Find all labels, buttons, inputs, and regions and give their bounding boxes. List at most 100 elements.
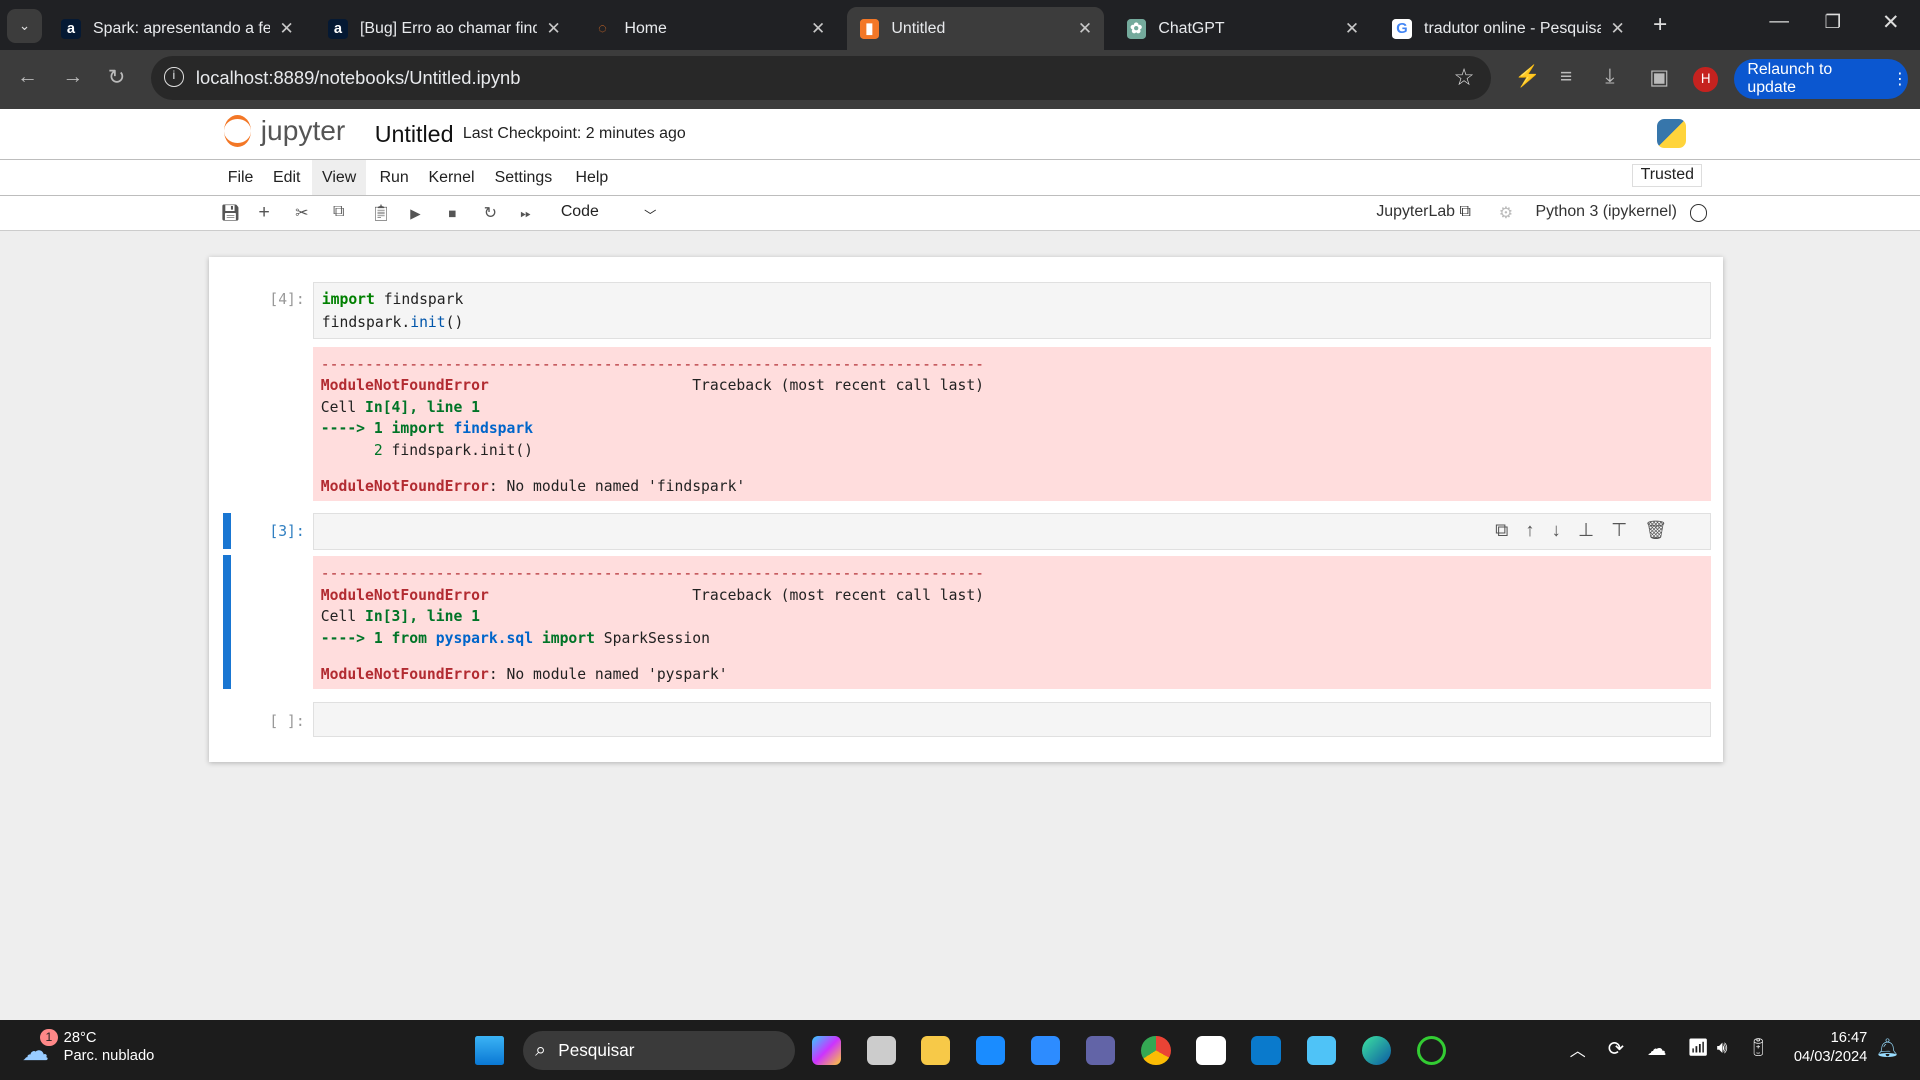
browser-tab[interactable]: ✿ ChatGPT ✕ [1114,7,1371,50]
jupyterlab-link[interactable]: JupyterLab ⧉ [1376,203,1470,221]
profile-avatar[interactable]: H [1693,67,1718,92]
browser-tab[interactable]: ▮ Untitled ✕ [847,7,1105,51]
menu-edit[interactable]: Edit [263,160,310,194]
notifications-bell-icon[interactable]: 🔔︎ [1876,1037,1899,1059]
restore-button[interactable]: ❐ [1824,11,1840,33]
browser-tab[interactable]: a Spark: apresentando a ferra ✕ [49,7,306,50]
insert-cell-icon[interactable]: + [258,201,269,224]
reload-icon[interactable]: ↻ [108,65,125,90]
download-icon[interactable]: ⤓ [1605,65,1614,89]
settings-gear-icon[interactable]: ⚙ [1499,203,1513,223]
cell-type-select[interactable]: Code ﹀ [561,203,661,222]
new-tab-button[interactable]: + [1653,11,1667,39]
code-token: findspark.init() [391,441,534,459]
close-tab-icon[interactable]: ✕ [546,18,560,39]
app-icon[interactable] [975,1035,1006,1066]
tab-title: Spark: apresentando a ferra [93,19,270,37]
close-tab-icon[interactable]: ✕ [1345,18,1359,39]
output-collapser[interactable] [222,554,232,690]
vscode-icon[interactable] [1251,1035,1281,1066]
cut-icon[interactable]: ✂ [295,203,308,223]
side-panel-icon[interactable]: ▣ [1649,65,1669,90]
code-token: : No module named 'findspark' [488,477,746,495]
paste-icon[interactable]: 📋︎ [371,203,391,223]
browser-tab[interactable]: a [Bug] Erro ao chamar findsp ✕ [316,7,573,50]
volume-icon[interactable]: 🔊︎ [1717,1037,1728,1058]
reading-list-icon[interactable]: ≡ [1560,65,1572,89]
file-explorer-icon[interactable] [920,1035,951,1066]
code-token: ModuleNotFoundError [320,665,489,683]
edge-icon[interactable] [1361,1035,1391,1066]
cell-toolbar: ⧉ ↑ ↓ ⊥ ⊤ 🗑︎ [1495,519,1703,541]
sync-icon[interactable]: ⟳ [1608,1037,1624,1061]
copilot-icon[interactable] [811,1035,842,1066]
onedrive-icon[interactable]: ☁ [1647,1037,1667,1061]
duplicate-cell-icon[interactable]: ⧉ [1495,519,1508,541]
close-tab-icon[interactable]: ✕ [1611,18,1625,39]
clock[interactable]: 16:47 04/03/2024 [1782,1030,1868,1066]
menu-view[interactable]: View [312,160,366,195]
show-hidden-icons[interactable]: ︿ [1570,1038,1586,1061]
more-menu-icon[interactable]: ⋮ [1892,69,1908,89]
insert-above-icon[interactable]: ⊥ [1578,519,1594,541]
search-icon: ⌕ [535,1039,547,1062]
menu-kernel[interactable]: Kernel [419,160,485,194]
stop-icon[interactable]: ■ [448,206,456,221]
cell-prompt: [ ]: [269,712,305,730]
start-icon[interactable] [475,1035,505,1066]
move-up-icon[interactable]: ↑ [1525,519,1534,541]
code-token: import [391,420,454,438]
cell-error-output: ----------------------------------------… [313,346,1711,501]
close-tab-icon[interactable]: ✕ [811,18,825,39]
notebook-title[interactable]: Untitled [375,121,454,148]
tab-search-button[interactable]: ⌄ [7,8,42,43]
kernel-name[interactable]: Python 3 (ipykernel) [1536,203,1677,221]
restart-run-all-icon[interactable]: ⏩︎ [520,206,531,222]
back-icon[interactable]: ← [17,65,38,89]
trusted-indicator[interactable]: Trusted [1632,164,1703,187]
copy-icon[interactable]: ⧉ [333,203,344,221]
code-token: () [445,313,464,331]
teams-icon[interactable] [1086,1035,1116,1066]
notion-icon[interactable] [1196,1035,1226,1066]
move-down-icon[interactable]: ↓ [1552,519,1561,541]
chrome-icon[interactable] [1141,1035,1171,1066]
task-view-icon[interactable] [866,1035,897,1066]
close-tab-icon[interactable]: ✕ [1078,18,1092,39]
restart-icon[interactable]: ↻ [484,203,497,223]
forward-icon[interactable]: → [62,65,83,89]
browser-tab[interactable]: ◌ Home ✕ [580,7,837,50]
save-icon[interactable]: 💾︎ [220,203,240,223]
notepad-icon[interactable] [1306,1035,1336,1066]
jupyter-logo[interactable]: jupyter [224,115,345,147]
bookmark-star-icon[interactable]: ☆ [1453,64,1474,91]
menu-help[interactable]: Help [566,160,618,194]
time: 16:47 [1830,1029,1868,1046]
menu-run[interactable]: Run [370,160,419,194]
tab-title: [Bug] Erro ao chamar findsp [359,19,537,37]
performance-icon[interactable]: ⚡ [1515,65,1541,89]
cell-input-editor[interactable]: import findspark findspark.init() [313,281,1711,340]
tab-title: Untitled [891,19,946,37]
cell-collapser[interactable] [222,513,232,549]
delete-cell-icon[interactable]: 🗑︎ [1644,519,1667,541]
menu-file[interactable]: File [218,160,263,194]
insert-below-icon[interactable]: ⊤ [1611,519,1627,541]
cell-input-editor[interactable] [313,701,1711,738]
kernel-status-icon [1689,204,1707,222]
menu-settings[interactable]: Settings [485,160,562,194]
url-input[interactable]: i localhost:8889/notebooks/Untitled.ipyn… [150,56,1492,101]
external-link-icon: ⧉ [1459,203,1471,221]
site-info-icon[interactable]: i [164,67,184,87]
battery-icon[interactable]: 🔋︎ [1747,1037,1769,1058]
relaunch-to-update-button[interactable]: Relaunch to update ⋮ [1733,58,1908,100]
close-window-button[interactable]: ✕ [1882,10,1899,35]
wifi-icon[interactable]: 📶︎ [1687,1037,1709,1058]
browser-tab[interactable]: Gtradutor online - Pesquisa ✕ [1380,7,1637,50]
app-ring-icon[interactable] [1416,1035,1447,1066]
taskbar-search-box[interactable]: ⌕ Pesquisar [522,1031,795,1071]
zoom-icon[interactable] [1031,1035,1061,1066]
run-icon[interactable]: ▶ [410,206,420,222]
minimize-button[interactable]: — [1769,10,1789,33]
close-tab-icon[interactable]: ✕ [280,18,294,39]
